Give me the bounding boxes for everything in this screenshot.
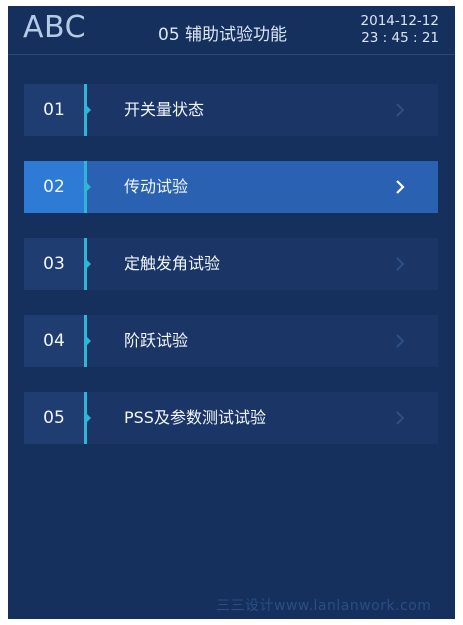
menu-item-label: PSS及参数测试试验	[124, 408, 266, 427]
menu-item-number: 04	[24, 315, 84, 367]
chevron-right-icon	[396, 103, 405, 117]
brand-logo: ABC	[23, 10, 87, 45]
accent-arrow-icon	[87, 337, 91, 345]
menu-item-number: 05	[24, 392, 84, 444]
menu-item-label-box: PSS及参数测试试验	[87, 392, 438, 444]
menu-item-number: 02	[24, 161, 84, 213]
menu-item-04[interactable]: 04 阶跃试验	[24, 315, 438, 367]
menu-item-label-box: 开关量状态	[87, 84, 438, 136]
menu-item-label: 阶跃试验	[124, 331, 189, 350]
menu-item-number: 03	[24, 238, 84, 290]
device-screen: ABC 05 辅助试验功能 2014-12-12 23 : 45 : 21 01…	[8, 6, 455, 619]
chevron-right-icon	[396, 334, 405, 348]
menu-item-03[interactable]: 03 定触发角试验	[24, 238, 438, 290]
accent-arrow-icon	[87, 183, 91, 191]
accent-arrow-icon	[87, 106, 91, 114]
menu-item-label-box: 阶跃试验	[87, 315, 438, 367]
time-text: 23 : 45 : 21	[361, 30, 439, 46]
menu-item-label-box: 传动试验	[87, 161, 438, 213]
menu-item-number: 01	[24, 84, 84, 136]
menu-item-label: 定触发角试验	[124, 254, 221, 273]
chevron-right-icon	[396, 257, 405, 271]
header-bar: ABC 05 辅助试验功能 2014-12-12 23 : 45 : 21	[8, 6, 455, 55]
menu-item-label: 开关量状态	[124, 100, 205, 119]
menu-item-label-box: 定触发角试验	[87, 238, 438, 290]
date-text: 2014-12-12	[360, 13, 439, 29]
chevron-right-icon	[396, 411, 405, 425]
menu-item-01[interactable]: 01 开关量状态	[24, 84, 438, 136]
accent-arrow-icon	[87, 414, 91, 422]
accent-arrow-icon	[87, 260, 91, 268]
watermark-text: 三三设计www.lanlanwork.com	[216, 598, 432, 614]
datetime-display: 2014-12-12 23 : 45 : 21	[361, 13, 439, 47]
menu-item-05[interactable]: 05 PSS及参数测试试验	[24, 392, 438, 444]
page-title: 05 辅助试验功能	[158, 25, 288, 45]
chevron-right-icon	[396, 180, 405, 194]
menu-item-label: 传动试验	[124, 177, 189, 196]
menu-item-02[interactable]: 02 传动试验	[24, 161, 438, 213]
